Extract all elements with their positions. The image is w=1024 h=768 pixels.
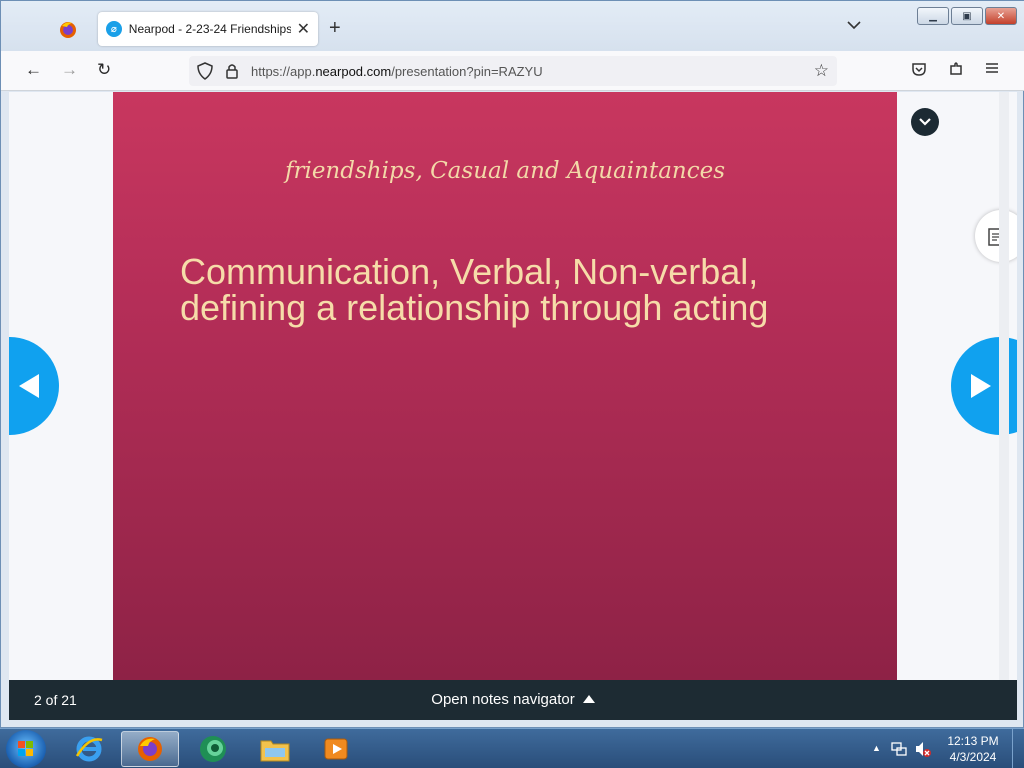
lock-icon[interactable] [225, 62, 239, 80]
extensions-icon[interactable] [948, 61, 964, 77]
chevron-down-icon [919, 118, 931, 126]
browser-window: ⌀ Nearpod - 2-23-24 Friendships, Casual … [0, 0, 1024, 728]
open-notes-navigator-button[interactable]: Open notes navigator [9, 691, 1017, 708]
start-button[interactable] [6, 730, 46, 768]
network-icon[interactable] [890, 740, 908, 758]
show-hidden-icons-icon[interactable]: ▲ [872, 743, 881, 753]
internet-explorer-icon [75, 736, 103, 762]
arrow-left-icon [19, 374, 39, 398]
window-controls: ▁ ▣ ✕ [917, 7, 1017, 25]
expand-menu-button[interactable] [911, 108, 939, 136]
show-desktop-button[interactable] [1012, 729, 1024, 768]
tab-title: Nearpod - 2-23-24 Friendships, Casual an… [128, 22, 291, 36]
minimize-button[interactable]: ▁ [917, 7, 949, 25]
reload-button[interactable]: ↻ [97, 60, 111, 80]
url-host: nearpod.com [315, 64, 392, 79]
menu-icon[interactable] [985, 61, 999, 75]
windows-taskbar: ▲ 12:13 PM 4/3/2024 [0, 728, 1024, 768]
url-path: /presentation?pin=RAZYU [391, 64, 543, 79]
tab-nearpod[interactable]: ⌀ Nearpod - 2-23-24 Friendships, Casual … [98, 12, 318, 46]
maximize-button[interactable]: ▣ [951, 7, 983, 25]
url-prefix: https://app. [251, 64, 316, 79]
presentation-slide: friendships, Casual and Aquaintances Com… [113, 92, 897, 680]
close-window-button[interactable]: ✕ [985, 7, 1017, 25]
back-button[interactable]: ← [25, 60, 42, 80]
tab-bar: ⌀ Nearpod - 2-23-24 Friendships, Casual … [1, 1, 1024, 51]
tab-close-button[interactable]: ✕ [297, 19, 310, 39]
page-content: friendships, Casual and Aquaintances Com… [9, 92, 1017, 680]
url-bar[interactable]: https://app.nearpod.com/presentation?pin… [189, 56, 837, 86]
firefox-icon[interactable] [53, 15, 83, 45]
taskbar-clock[interactable]: 12:13 PM 4/3/2024 [942, 733, 1004, 765]
slide-heading-line-1: Communication, Verbal, Non-verbal, [180, 251, 759, 292]
shield-icon[interactable] [197, 62, 213, 80]
taskbar-messenger[interactable] [184, 731, 242, 767]
taskbar-internet-explorer[interactable] [60, 731, 118, 767]
pocket-icon[interactable] [911, 61, 927, 77]
windows-logo-icon [18, 741, 33, 756]
slide-subtitle: friendships, Casual and Aquaintances [284, 158, 726, 184]
slide-heading: Communication, Verbal, Non-verbal, defin… [180, 254, 860, 326]
nearpod-favicon: ⌀ [106, 21, 122, 37]
notes-button[interactable] [975, 210, 1017, 262]
previous-slide-button[interactable] [9, 337, 59, 435]
presentation-footer: 2 of 21 Open notes navigator [9, 680, 1017, 720]
taskbar-media-player[interactable] [307, 731, 365, 767]
chevron-down-icon [847, 21, 861, 30]
clock-date: 4/3/2024 [949, 750, 997, 764]
messenger-icon [200, 736, 226, 762]
taskbar-firefox[interactable] [121, 731, 179, 767]
caret-up-icon [582, 695, 595, 703]
new-tab-button[interactable]: + [329, 17, 341, 40]
clock-time: 12:13 PM [947, 734, 999, 748]
forward-button[interactable]: → [61, 60, 78, 80]
arrow-right-icon [971, 374, 991, 398]
file-explorer-icon [260, 740, 290, 762]
navigation-toolbar: ← → ↻ https://app.nearpod.com/presentati… [1, 51, 1024, 91]
firefox-icon [138, 737, 162, 761]
page-scrollbar[interactable] [999, 92, 1009, 680]
url-text[interactable]: https://app.nearpod.com/presentation?pin… [251, 64, 543, 79]
volume-muted-icon[interactable] [914, 740, 932, 758]
media-player-icon [324, 738, 348, 760]
bookmark-star-icon[interactable]: ☆ [814, 61, 829, 81]
slide-heading-line-2: defining a relationship through acting [180, 287, 769, 328]
notes-navigator-label: Open notes navigator [431, 691, 575, 708]
list-all-tabs-button[interactable] [847, 17, 861, 33]
taskbar-file-explorer[interactable] [246, 731, 304, 767]
